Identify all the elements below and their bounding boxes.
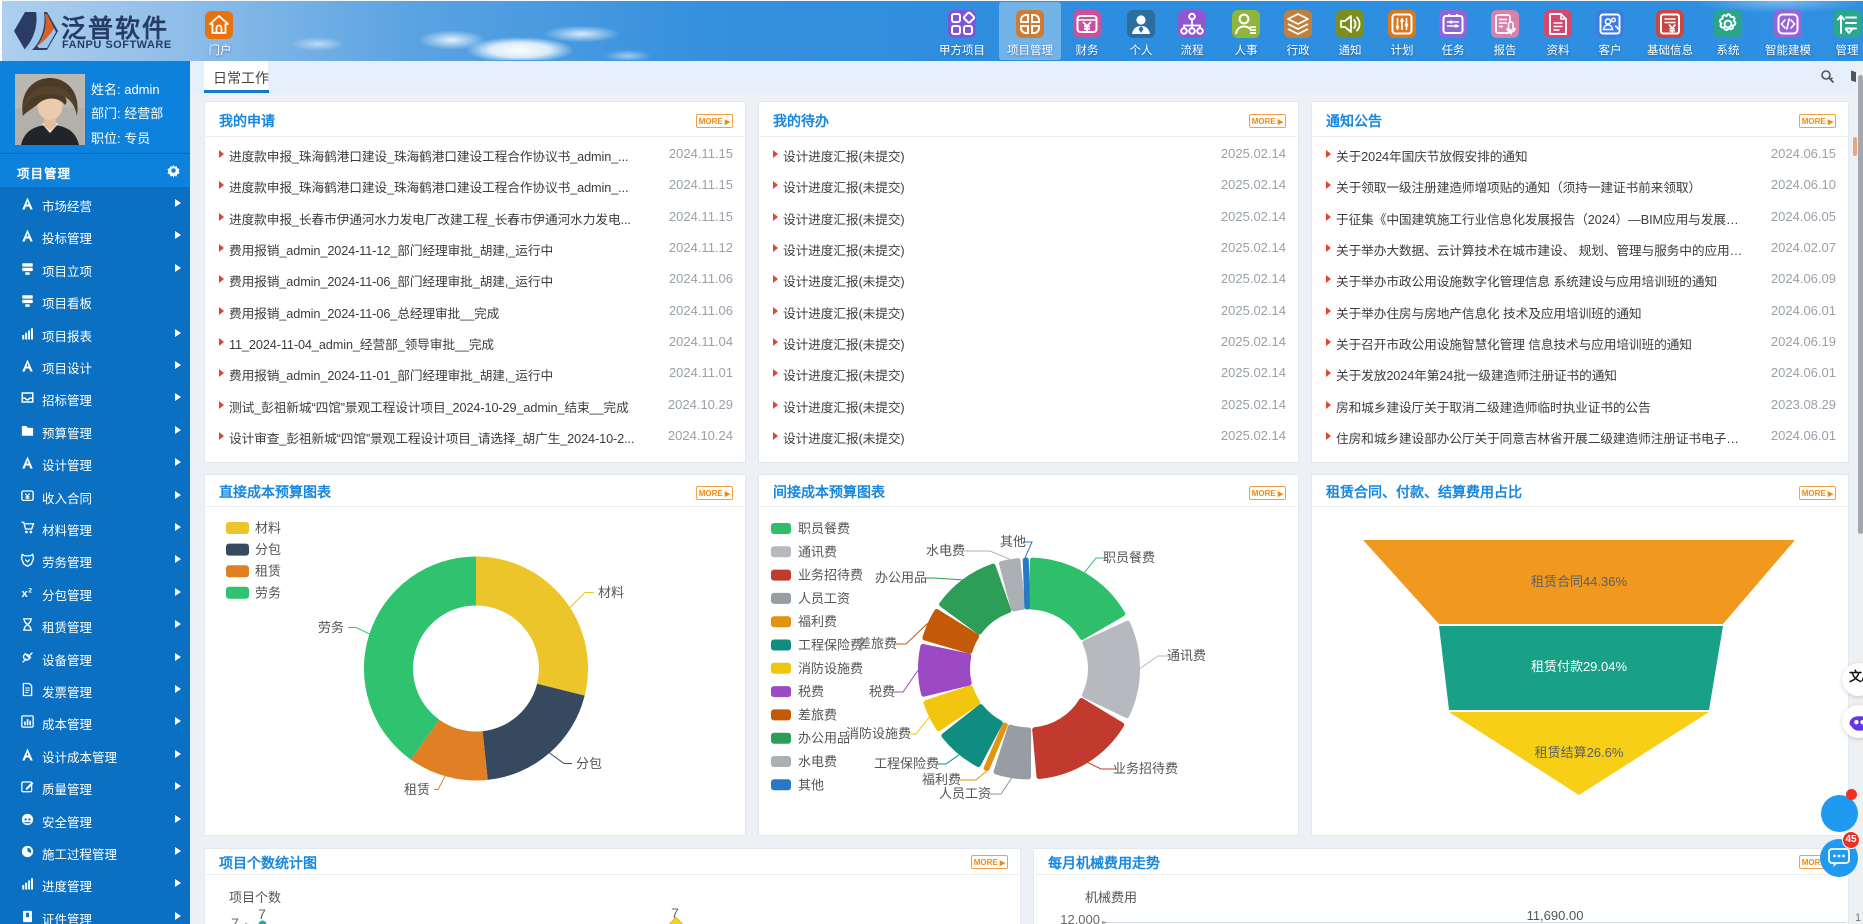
svg-text:水电费: 水电费	[798, 754, 837, 769]
svg-text:税费: 税费	[798, 684, 824, 699]
svg-text:7: 7	[231, 915, 239, 924]
svg-text:租赁结算26.6%: 租赁结算26.6%	[1535, 745, 1624, 760]
svg-text:2: 2	[28, 587, 32, 594]
svg-text:职员餐费: 职员餐费	[1103, 550, 1155, 565]
svg-text:通讯费: 通讯费	[798, 544, 837, 559]
svg-text:其他: 其他	[1000, 534, 1026, 549]
svg-text:业务招待费: 业务招待费	[798, 568, 863, 583]
svg-text:人员工资: 人员工资	[798, 591, 850, 606]
svg-text:差旅费: 差旅费	[858, 636, 897, 651]
svg-text:差旅费: 差旅费	[798, 707, 837, 722]
svg-text:租赁付款29.04%: 租赁付款29.04%	[1531, 659, 1628, 674]
svg-text:劳务: 劳务	[255, 585, 281, 600]
svg-text:水电费: 水电费	[926, 543, 965, 558]
svg-text:办公用品: 办公用品	[798, 731, 850, 746]
svg-text:租赁: 租赁	[404, 782, 430, 797]
svg-text:12,000: 12,000	[1060, 912, 1100, 924]
svg-text:租赁: 租赁	[255, 564, 281, 579]
svg-text:项目个数: 项目个数	[229, 890, 281, 905]
svg-text:分包: 分包	[255, 542, 281, 557]
svg-text:业务招待费: 业务招待费	[1113, 761, 1178, 776]
svg-text:租赁合同44.36%: 租赁合同44.36%	[1531, 574, 1628, 589]
svg-text:办公用品: 办公用品	[875, 570, 927, 585]
svg-text:职员餐费: 职员餐费	[798, 521, 850, 536]
svg-text:材料: 材料	[598, 585, 624, 600]
svg-text:福利费: 福利费	[922, 772, 961, 787]
svg-text:工程保险费: 工程保险费	[874, 756, 939, 771]
svg-text:机械费用: 机械费用	[1085, 890, 1137, 905]
svg-text:人员工资: 人员工资	[939, 786, 991, 801]
svg-text:x: x	[22, 588, 29, 600]
svg-text:通讯费: 通讯费	[1167, 648, 1206, 663]
svg-text:消防设施费: 消防设施费	[798, 661, 863, 676]
svg-text:工程保险费: 工程保险费	[798, 638, 863, 653]
svg-text:材料: 材料	[255, 521, 281, 536]
svg-text:福利费: 福利费	[798, 614, 837, 629]
svg-text:11,690.00: 11,690.00	[1527, 908, 1584, 923]
svg-text:劳务: 劳务	[318, 620, 344, 635]
svg-text:税费: 税费	[869, 684, 895, 699]
svg-text:7: 7	[258, 906, 266, 922]
svg-text:消防设施费: 消防设施费	[846, 726, 911, 741]
svg-text:分包: 分包	[576, 756, 602, 771]
svg-text:其他: 其他	[798, 777, 824, 792]
